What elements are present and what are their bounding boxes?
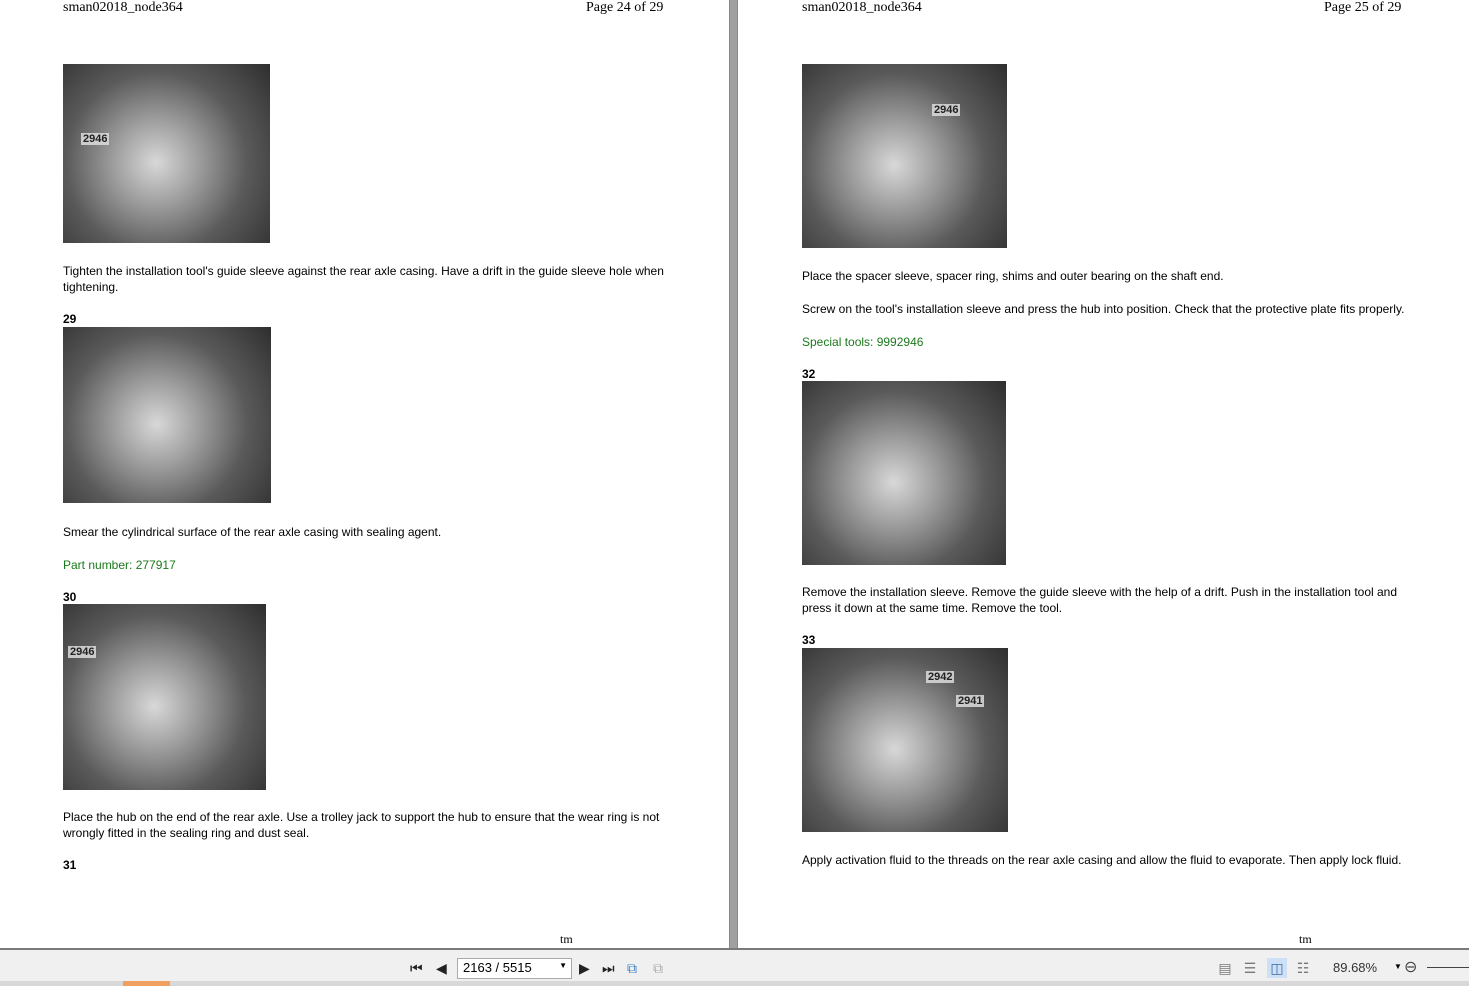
page-footer: tm (560, 932, 573, 946)
previous-view-icon[interactable]: ⧉ (627, 960, 637, 977)
page-divider (729, 0, 738, 948)
taskbar-active-item[interactable] (123, 981, 170, 986)
continuous-view-icon[interactable]: ☰ (1240, 958, 1260, 978)
photo-tool: 2942 2941 (802, 648, 1008, 832)
next-view-icon: ⧉ (653, 960, 663, 976)
step-number: 29 (63, 312, 77, 326)
step-number: 32 (802, 367, 816, 381)
first-page-icon[interactable]: ⏮ (410, 960, 423, 977)
zoom-slider[interactable] (1427, 967, 1469, 968)
instruction-text: Screw on the tool's installation sleeve … (802, 302, 1405, 316)
header-doc-name: sman02018_node364 (802, 0, 922, 15)
header-page-number: Page 25 of 29 (1324, 0, 1402, 15)
part-number: Part number: 277917 (63, 558, 176, 572)
single-page-view-icon[interactable]: ▤ (1215, 958, 1235, 978)
previous-page-icon[interactable]: ◀ (436, 960, 447, 977)
two-page-view-icon[interactable]: ◫ (1267, 958, 1287, 978)
right-page: sman02018_node364 Page 25 of 29 2946 Pla… (738, 0, 1469, 948)
header-doc-name: sman02018_node364 (63, 0, 183, 15)
last-page-icon[interactable]: ⏭ (602, 960, 615, 977)
zoom-out-icon[interactable]: ⊖ (1404, 957, 1417, 977)
left-page: sman02018_node364 Page 24 of 29 2946 Tig… (0, 0, 729, 948)
step-number: 30 (63, 590, 77, 604)
page-number-value: 2163 / 5515 (463, 960, 532, 975)
instruction-text: Smear the cylindrical surface of the rea… (63, 525, 442, 539)
instruction-text: Place the spacer sleeve, spacer ring, sh… (802, 269, 1224, 283)
taskbar-strip (0, 981, 1469, 986)
next-page-icon[interactable]: ▶ (579, 960, 590, 977)
photo-axle-casing (63, 327, 271, 503)
two-page-continuous-view-icon[interactable]: ☷ (1293, 958, 1313, 978)
page-footer: tm (1299, 932, 1312, 946)
instruction-text: Apply activation fluid to the threads on… (802, 853, 1402, 867)
photo-label: 2942 (926, 671, 955, 683)
photo-spacer-sleeve: 2946 (802, 64, 1007, 248)
instruction-text: Tighten the installation tool's guide sl… (63, 264, 664, 294)
photo-label: 2946 (932, 104, 961, 116)
instruction-text: Remove the installation sleeve. Remove t… (802, 585, 1398, 615)
chevron-down-icon[interactable]: ▼ (559, 961, 567, 970)
photo-label: 2946 (68, 646, 97, 658)
header-page-number: Page 24 of 29 (586, 0, 664, 15)
step-number: 31 (63, 858, 77, 872)
photo-guide-sleeve: 2946 (63, 64, 270, 243)
photo-installation-sleeve (802, 381, 1006, 565)
page-number-select[interactable]: 2163 / 5515 ▼ (457, 958, 572, 979)
step-number: 33 (802, 633, 816, 647)
photo-hub: 2946 (63, 604, 266, 790)
photo-label: 2941 (956, 695, 985, 707)
zoom-level[interactable]: 89.68% (1333, 960, 1377, 975)
instruction-text: Place the hub on the end of the rear axl… (63, 810, 660, 840)
photo-label: 2946 (81, 133, 110, 145)
zoom-dropdown-icon[interactable]: ▼ (1394, 962, 1402, 971)
special-tools: Special tools: 9992946 (802, 335, 924, 349)
